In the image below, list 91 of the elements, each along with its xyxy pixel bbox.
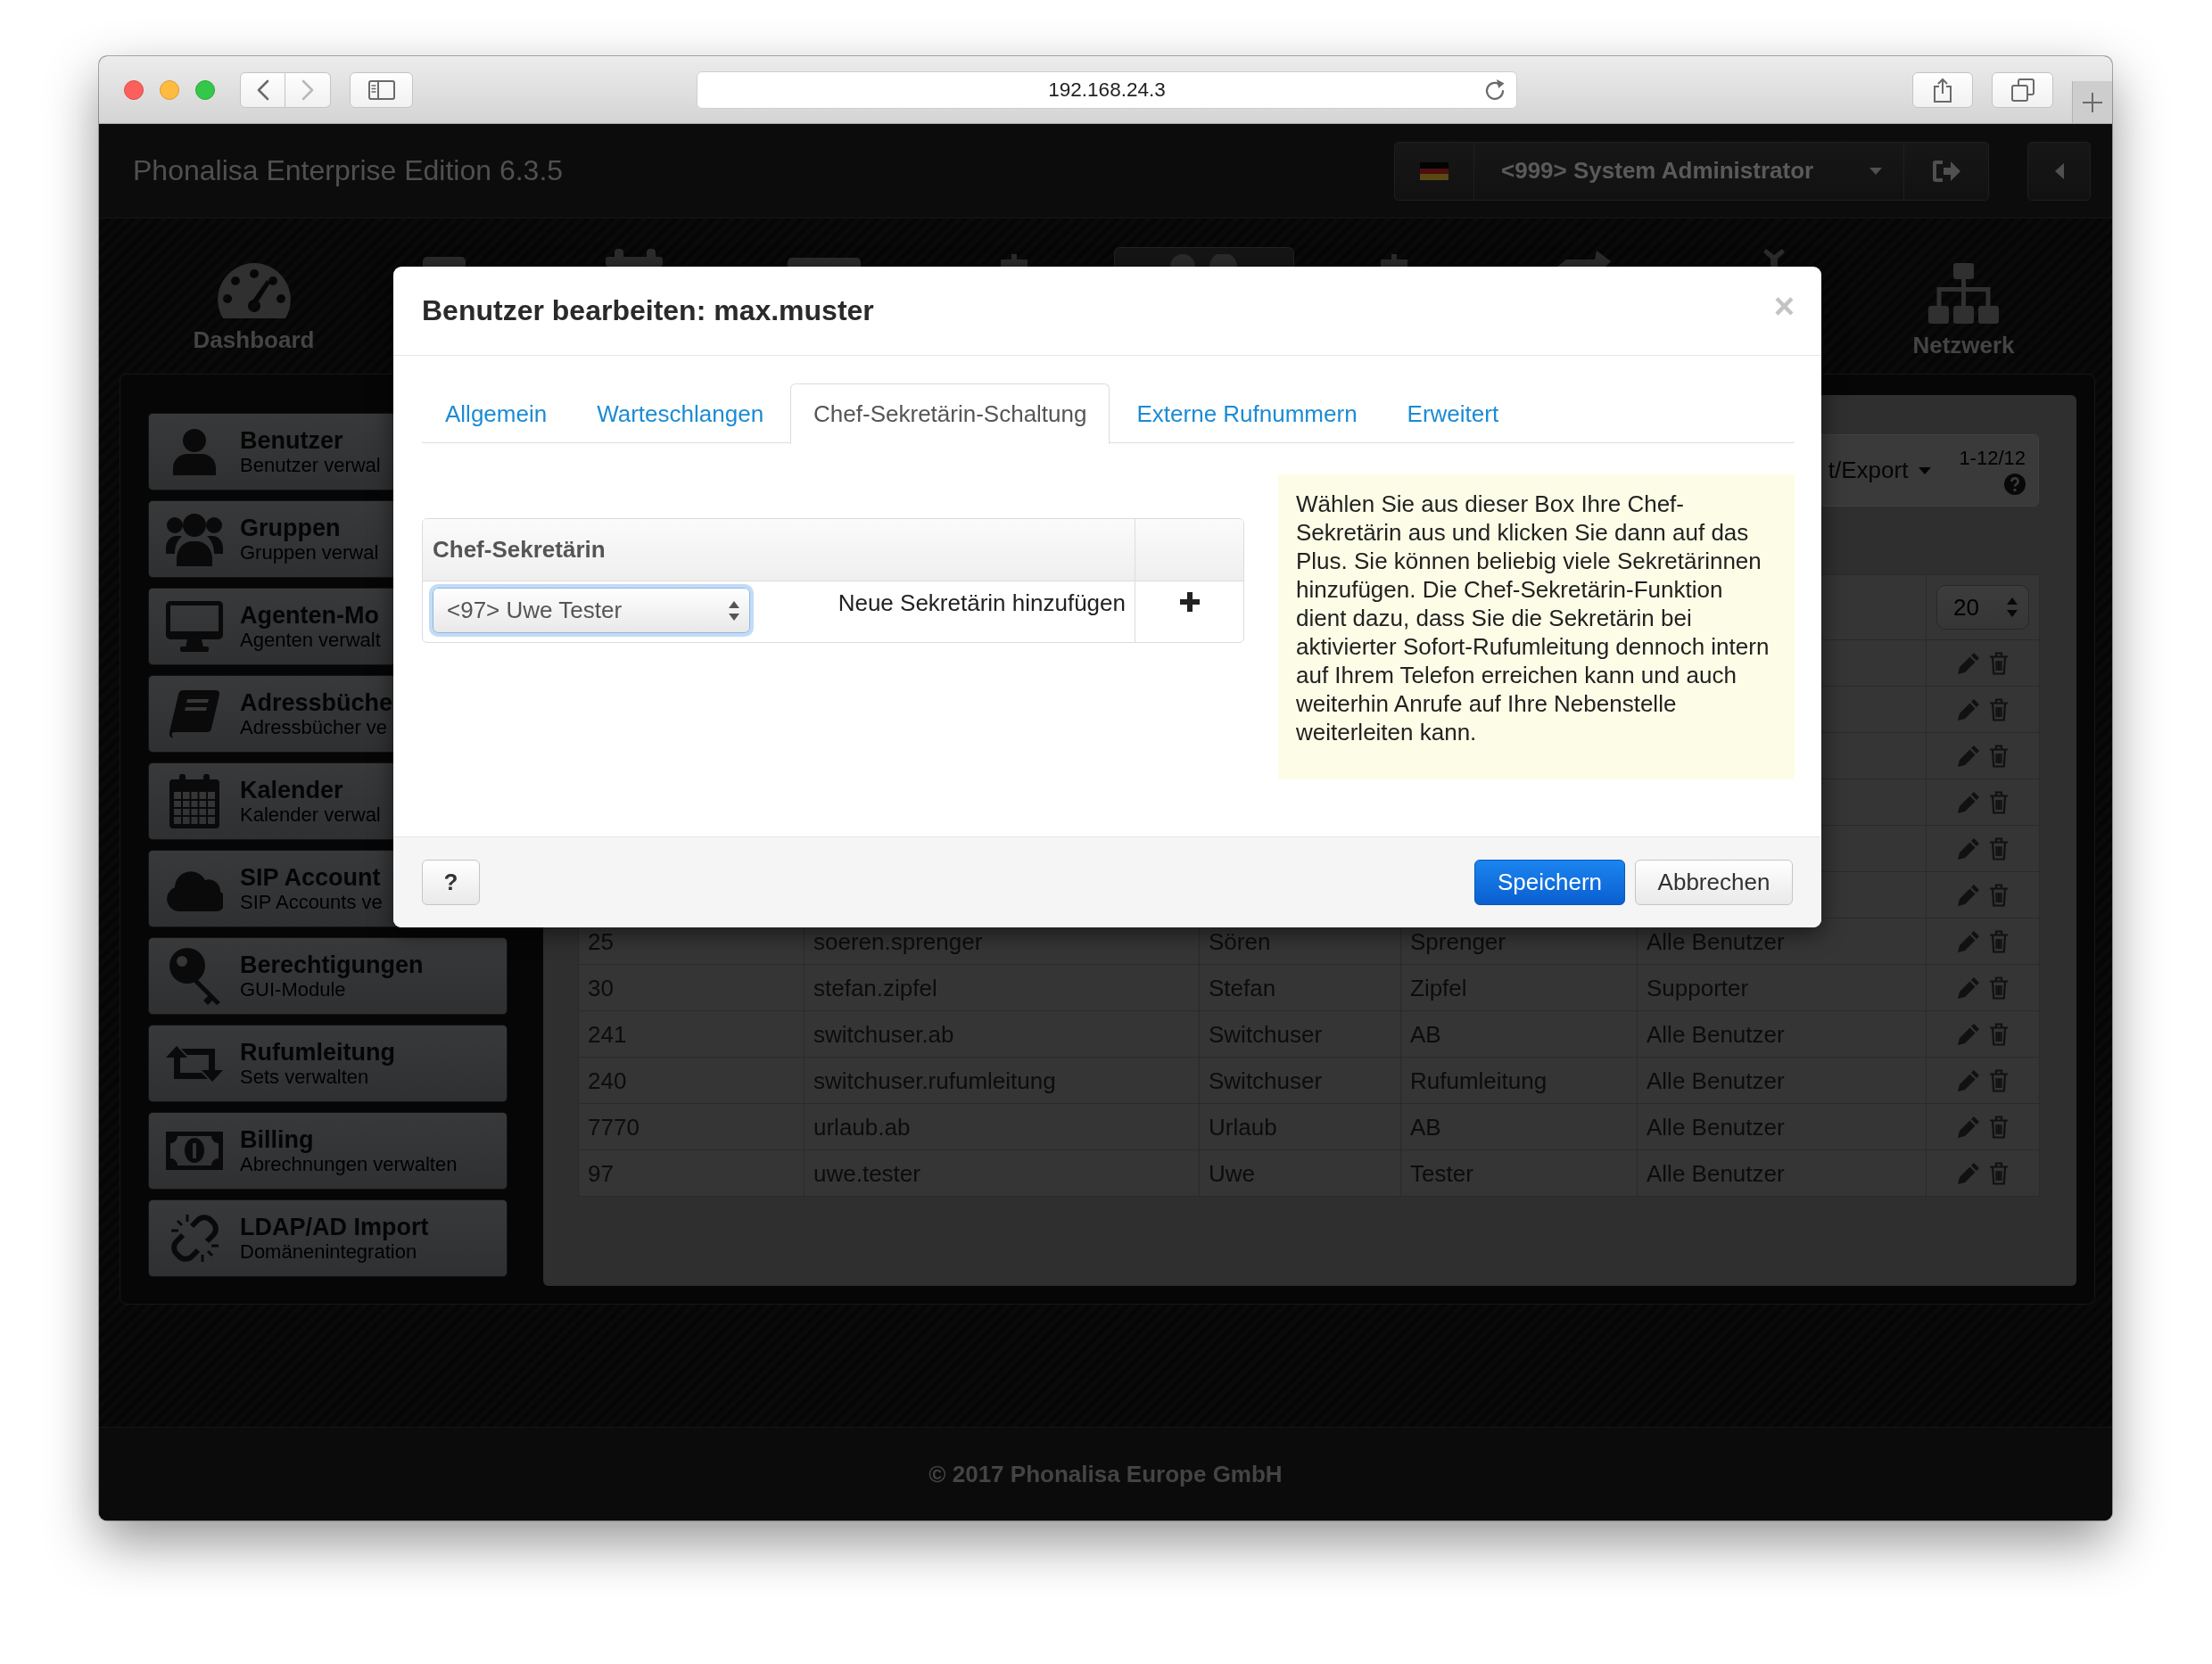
chevron-right-icon (301, 78, 314, 101)
page-range: 1-12/12 (1959, 446, 2026, 470)
new-tab-button[interactable] (2072, 81, 2112, 123)
tabs-button[interactable] (1992, 71, 2053, 108)
pencil-icon[interactable] (1957, 652, 1979, 674)
trash-icon[interactable] (1988, 697, 2009, 721)
pencil-icon[interactable] (1957, 791, 1979, 813)
help-icon[interactable] (2004, 473, 2026, 495)
tab[interactable]: Chef-Sekretärin-Schaltung (790, 383, 1110, 444)
trash-icon[interactable] (1988, 1115, 2009, 1139)
nav-icon[interactable] (1762, 249, 1785, 267)
app-title: Phonalisa Enterprise Edition 6.3.5 (133, 154, 565, 187)
pencil-icon[interactable] (1957, 1069, 1979, 1091)
pencil-icon[interactable] (1957, 1116, 1979, 1138)
sort-arrows-icon (729, 600, 739, 621)
tab[interactable]: Warteschlangen (574, 383, 788, 443)
sign-out-icon (1932, 159, 1960, 183)
key-icon (169, 947, 220, 1005)
users-icon (166, 512, 223, 566)
secretary-select[interactable]: <97> Uwe Tester (429, 584, 754, 637)
sidebar-icon (367, 79, 395, 100)
user-menu-button[interactable]: <999> System Administrator (1474, 141, 1904, 201)
trash-icon[interactable] (1988, 790, 2009, 814)
pencil-icon[interactable] (1957, 884, 1979, 906)
share-button[interactable] (1912, 71, 1973, 108)
collapse-button[interactable] (2027, 141, 2091, 201)
caret-icon (1869, 167, 1882, 175)
gauge-icon (217, 263, 291, 318)
trash-icon[interactable] (1988, 836, 2009, 861)
trash-icon[interactable] (1988, 651, 2009, 675)
trash-icon[interactable] (1988, 1068, 2009, 1092)
close-button[interactable]: × (1773, 287, 1795, 324)
address-field[interactable]: 192.168.24.3 (697, 70, 1517, 109)
book-icon (169, 690, 219, 737)
window-zoom-icon[interactable] (195, 79, 215, 100)
plus-icon[interactable] (1179, 592, 1200, 612)
language-button[interactable] (1394, 141, 1474, 201)
sort-arrows-icon (2007, 597, 2018, 617)
window-minimize-icon[interactable] (160, 79, 179, 100)
dialog-title: Benutzer bearbeiten: max.muster (422, 294, 874, 327)
help-button[interactable]: ? (422, 860, 480, 905)
help-text: Wählen Sie aus dieser Box Ihre Chef-Sekretärin aus und klicken Sie dann auf das Plus. Sie können beliebig viele Sekretärinnen hinzufügen. Die Chef-Sekretärin-Funktion dient dazu, dass Sie die Sekretärin bei aktivierter Sofort-Rufumleitung dennoch intern auf Ihrem Telefon erreichen kann und auch weiterhin Anrufe auf Ihre Nebenstelle weiterleiten kann. (1278, 474, 1795, 779)
reload-icon[interactable] (1484, 78, 1506, 101)
copyright-text: © 2017 Phonalisa Europe GmbH (929, 1460, 1283, 1488)
pencil-icon[interactable] (1957, 698, 1979, 721)
pencil-icon[interactable] (1957, 1023, 1979, 1045)
triangle-left-icon (2054, 162, 2064, 179)
loop-arrows-icon (166, 1045, 223, 1082)
trash-icon[interactable] (1988, 976, 2009, 1000)
column-header: Chef-Sekretärin (423, 519, 1135, 581)
banknote-icon (166, 1132, 223, 1170)
page-size-select[interactable]: 20 (1936, 585, 2029, 630)
user-icon (173, 428, 216, 475)
plus-icon (2083, 92, 2102, 112)
trash-icon[interactable] (1988, 744, 2009, 768)
tabs-icon (2010, 78, 2035, 102)
cancel-button[interactable]: Abbrechen (1635, 860, 1793, 905)
share-icon (1933, 76, 1952, 103)
sidebar-button[interactable] (350, 71, 413, 108)
sitemap-icon (1928, 263, 1999, 324)
trash-icon[interactable] (1988, 1022, 2009, 1046)
nav-icon[interactable] (787, 258, 861, 267)
caret-icon (1919, 466, 1932, 474)
nav-item[interactable]: Dashboard (185, 258, 323, 358)
nav-item[interactable] (1113, 247, 1294, 267)
pencil-icon[interactable] (1957, 1162, 1979, 1184)
trash-icon[interactable] (1988, 883, 2009, 907)
flag-icon (1420, 161, 1449, 180)
pencil-icon[interactable] (1957, 837, 1979, 860)
calendar-icon (169, 774, 219, 828)
logout-button[interactable] (1904, 141, 1989, 201)
trash-icon[interactable] (1988, 929, 2009, 953)
monitor-icon (166, 601, 223, 652)
nav-icon[interactable] (1000, 254, 1028, 267)
broken-link-icon (169, 1213, 220, 1264)
back-button[interactable] (240, 71, 285, 108)
nav-item[interactable]: Netzwerk (1904, 258, 2023, 363)
nav-icon[interactable] (422, 257, 466, 267)
pencil-icon[interactable] (1957, 745, 1979, 767)
window-close-icon[interactable] (124, 79, 144, 100)
nav-icon (1170, 254, 1237, 267)
nav-icon[interactable] (605, 249, 663, 267)
tab[interactable]: Erweitert (1383, 383, 1523, 443)
trash-icon[interactable] (1988, 1161, 2009, 1185)
save-button[interactable]: Speichern (1474, 860, 1625, 905)
chevron-left-icon (256, 78, 269, 101)
tab[interactable]: Externe Rufnummern (1113, 383, 1381, 443)
nav-icon[interactable] (1380, 254, 1407, 267)
pencil-icon[interactable] (1957, 930, 1979, 952)
pencil-icon[interactable] (1957, 976, 1979, 999)
add-secretary-label: Neue Sekretärin hinzufügen (838, 589, 1126, 616)
